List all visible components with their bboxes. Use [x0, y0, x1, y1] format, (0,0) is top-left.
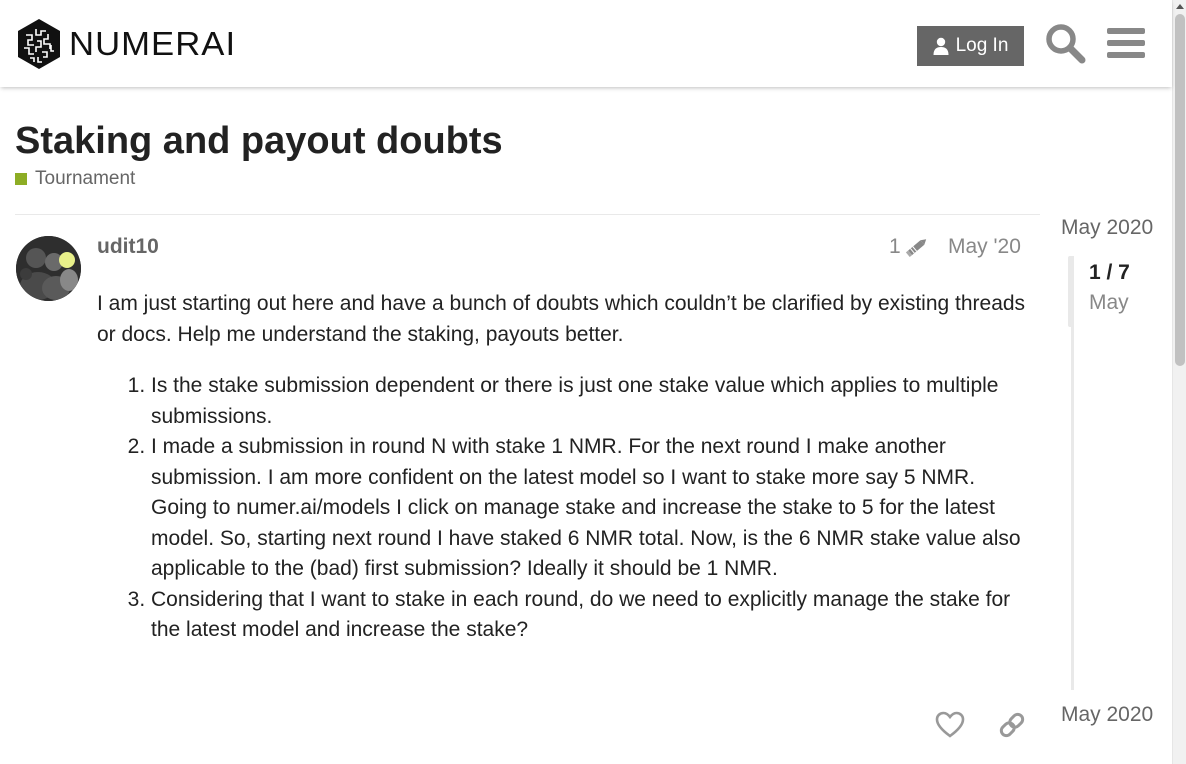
scroll-up-arrow[interactable]: [1176, 4, 1184, 9]
logo-text: NUMERAI: [69, 25, 237, 62]
timeline-handle[interactable]: [1068, 256, 1074, 327]
topic-title[interactable]: Staking and payout doubts: [15, 120, 503, 163]
hamburger-menu-icon[interactable]: [1107, 26, 1145, 60]
pencil-icon: [905, 239, 926, 258]
user-icon: [933, 37, 949, 55]
login-button[interactable]: Log In: [917, 26, 1024, 66]
post-author[interactable]: udit10: [97, 235, 159, 259]
heart-icon[interactable]: [935, 710, 965, 740]
post-date[interactable]: May '20: [948, 235, 1021, 259]
category-badge[interactable]: Tournament: [15, 168, 135, 190]
numerai-logo-icon: [18, 19, 60, 69]
site-logo[interactable]: NUMERAI: [15, 17, 235, 71]
login-label: Log In: [955, 35, 1009, 56]
post-list: Is the stake submission dependent or the…: [97, 371, 1027, 646]
edit-history-button[interactable]: 1: [889, 235, 929, 259]
timeline-end-date[interactable]: May 2020: [1061, 703, 1153, 727]
post-intro: I am just starting out here and have a b…: [97, 292, 1026, 346]
scroll-thumb[interactable]: [1175, 14, 1185, 366]
edit-count: 1: [889, 235, 901, 258]
category-color-swatch: [15, 173, 27, 185]
list-item: Is the stake submission dependent or the…: [151, 371, 1027, 432]
site-header: NUMERAI Log In: [0, 0, 1172, 87]
timeline-position: 1 / 7: [1089, 261, 1130, 284]
search-icon[interactable]: [1044, 22, 1086, 64]
link-icon[interactable]: [997, 710, 1027, 740]
timeline-position-month: May: [1089, 291, 1129, 314]
topic-divider: [15, 214, 1040, 215]
timeline-start-date[interactable]: May 2020: [1061, 216, 1153, 240]
list-item: Considering that I want to stake in each…: [151, 585, 1027, 646]
avatar-image: [16, 236, 81, 301]
page-scrollbar[interactable]: [1172, 0, 1186, 764]
post-body: I am just starting out here and have a b…: [97, 289, 1027, 646]
avatar[interactable]: [16, 236, 81, 301]
category-label: Tournament: [35, 168, 136, 189]
list-item: I made a submission in round N with stak…: [151, 432, 1027, 585]
